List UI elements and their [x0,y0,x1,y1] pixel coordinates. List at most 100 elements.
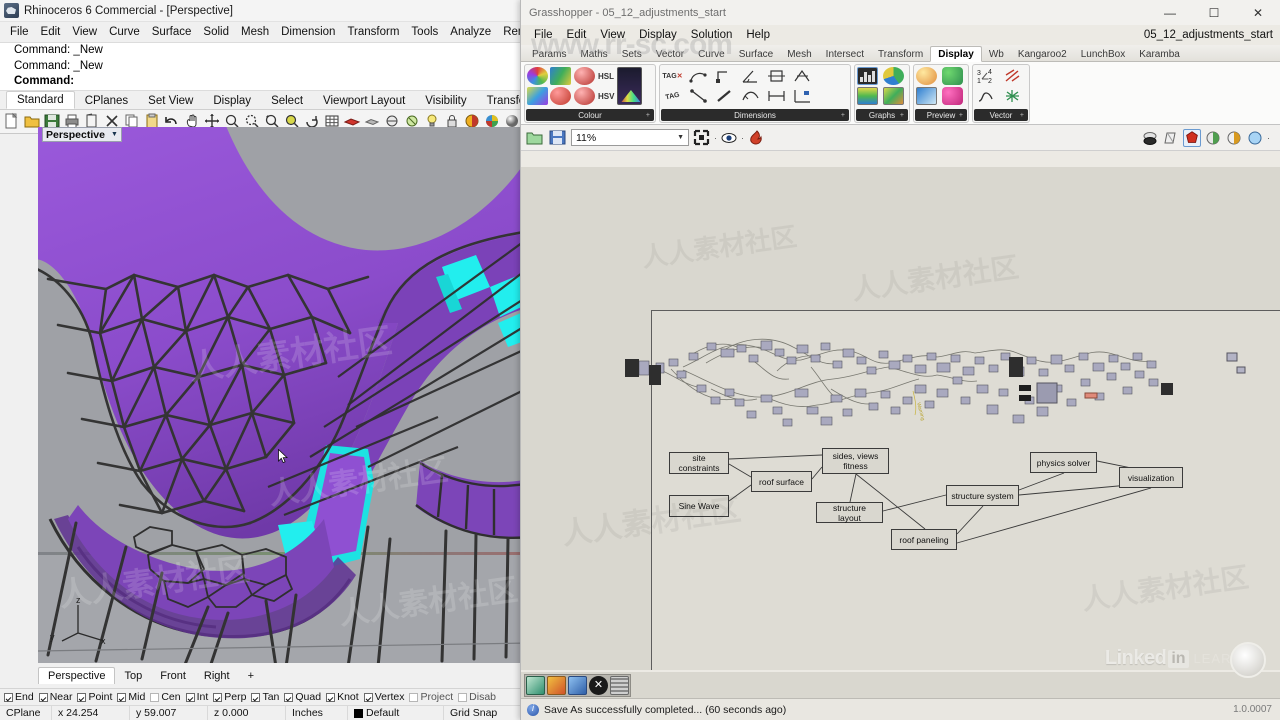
ribbon-group-dimensions[interactable]: TAG ✕ TAG Dimensions + [659,64,851,123]
osnap-end[interactable]: End [4,691,34,703]
ribbon-tab-intersect[interactable]: Intersect [819,47,871,61]
line-dim-icon[interactable] [688,87,709,105]
group-sides-views-fitness[interactable]: sides, views fitness [822,448,889,474]
group-expand-icon[interactable]: + [841,112,845,119]
toolbar-tab-display[interactable]: Display [203,93,261,109]
ribbon-tab-display[interactable]: Display [930,46,982,62]
blob-preview-icon[interactable] [942,87,963,105]
ribbon-group-vector[interactable]: 314 2 Vector + [972,64,1030,123]
symbol-dim-icon[interactable] [792,67,813,85]
quick-graph-icon[interactable] [883,87,904,105]
group-structure-system[interactable]: structure system [946,485,1019,506]
ribbon-tab-transform[interactable]: Transform [871,47,930,61]
custom-preview-icon[interactable] [916,67,937,85]
graphs-icons[interactable] [857,67,907,105]
canvas-toolbar-right-icons[interactable]: · [1141,128,1276,147]
group-physics-solver[interactable]: physics solver [1030,452,1097,473]
gh-menu-edit[interactable]: Edit [560,28,594,42]
osnap-project[interactable]: Project [409,691,453,703]
osnap-mid[interactable]: Mid [117,691,145,703]
grasshopper-canvas-toolbar[interactable]: 11% ▼ · · · [521,125,1280,151]
checkbox-icon[interactable] [409,692,419,702]
viewport-tab-add[interactable]: + [239,668,263,684]
point-group-icon[interactable] [1002,87,1023,105]
checkbox-icon[interactable] [77,692,87,702]
group-expand-icon[interactable]: + [959,112,963,119]
dim-arc-icons[interactable] [688,67,709,105]
rhino-menu-view[interactable]: View [66,25,103,39]
ribbon-tab-vector[interactable]: Vector [649,47,691,61]
dim-corner-icons[interactable] [714,67,735,105]
pie-chart-icon[interactable] [883,67,904,85]
checkbox-icon[interactable] [117,692,127,702]
ribbon-tab-wb[interactable]: Wb [982,47,1011,61]
status-cplane[interactable]: CPlane [0,705,52,720]
rhino-link-icon[interactable] [526,676,545,695]
new-file-icon[interactable] [3,112,21,130]
osnap-knot[interactable]: Knot [326,691,359,703]
rhino-menubar[interactable]: File Edit View Curve Surface Solid Mesh … [0,22,530,42]
point-order-icon[interactable]: 314 2 [975,67,996,85]
rhino-viewport-tabs[interactable]: Perspective Top Front Right + [38,665,263,684]
colour-sphere-icons[interactable] [574,67,595,105]
dim-tag-icons[interactable]: TAG ✕ TAG [662,67,683,105]
gh-menu-display[interactable]: Display [632,28,684,42]
bar-graph-icon[interactable] [857,67,878,85]
minimize-button[interactable]: — [1148,0,1192,25]
rhino-menu-tools[interactable]: Tools [405,25,444,39]
grid-icon[interactable] [610,676,629,695]
shaded-preview-icon[interactable] [1183,128,1201,147]
rhino-status-bar[interactable]: CPlane x 24.254 y 59.007 z 0.000 Inches … [0,705,530,720]
checkbox-icon[interactable] [213,692,223,702]
toolbar-tab-standard[interactable]: Standard [6,90,75,109]
ribbon-tab-kangaroo2[interactable]: Kangaroo2 [1011,47,1074,61]
palette-icon[interactable] [547,676,566,695]
vector-display-icon[interactable] [1002,67,1023,85]
colour-wheel-icon[interactable] [527,67,548,85]
toolbar-tab-setview[interactable]: Set View [138,93,203,109]
dim-graph-icons[interactable] [792,67,813,105]
ribbon-tab-surface[interactable]: Surface [732,47,780,61]
ribbon-tab-sets[interactable]: Sets [615,47,649,61]
rhino-menu-mesh[interactable]: Mesh [235,25,275,39]
grasshopper-widget-bar[interactable]: ✕ Linked in LEARNING [521,642,1280,698]
toolbar-tab-viewport-layout[interactable]: Viewport Layout [313,93,415,109]
viewport-tab-right[interactable]: Right [195,668,239,684]
ribbon-tab-params[interactable]: Params [525,47,573,61]
grasshopper-canvas[interactable]: Warning site constraints roof surface Si… [521,167,1280,670]
checkbox-icon[interactable] [458,692,468,702]
osnap-int[interactable]: Int [185,691,208,703]
colour-gradient-icon[interactable] [527,87,548,105]
rhino-menu-dimension[interactable]: Dimension [275,25,341,39]
gh-menu-view[interactable]: View [593,28,632,42]
ribbon-group-graphs[interactable]: Graphs + [854,64,910,123]
rhino-menu-file[interactable]: File [4,25,35,39]
colour-rgb-icon[interactable] [550,67,571,85]
bracket-dim-icon[interactable] [766,87,787,105]
path-icon[interactable] [975,87,996,105]
ribbon-group-preview[interactable]: Preview + [913,64,969,123]
viewport-tab-front[interactable]: Front [151,668,195,684]
checkbox-icon[interactable] [4,692,13,702]
save-file-icon[interactable] [548,128,567,147]
toolbar-tab-visibility[interactable]: Visibility [415,93,476,109]
command-prompt[interactable]: Command: [14,74,530,90]
ribbon-tab-curve[interactable]: Curve [691,47,732,61]
curve-dim-icon[interactable] [740,87,761,105]
window-controls[interactable]: — ☐ ✕ [1148,0,1280,25]
bake-icon[interactable] [748,129,765,146]
ribbon-tab-maths[interactable]: Maths [573,47,614,61]
rhino-menu-edit[interactable]: Edit [35,25,67,39]
rhino-menu-surface[interactable]: Surface [146,25,198,39]
dim-box-icons[interactable] [766,67,787,105]
draw-icons-icon[interactable] [1204,129,1222,147]
colour-spectrum-icon[interactable] [617,67,643,105]
group-site-constraints[interactable]: site constraints [669,452,729,474]
preview-off-icon[interactable] [1141,129,1159,147]
rhino-command-history[interactable]: Command: _New Command: _New Command: [0,42,530,91]
abort-icon[interactable]: ✕ [589,676,608,695]
toolbar-tab-cplanes[interactable]: CPlanes [75,93,138,109]
angle-dim-icon[interactable] [740,67,761,85]
status-units[interactable]: Inches [286,705,348,720]
colour-sphere-red-icon[interactable] [550,87,571,105]
